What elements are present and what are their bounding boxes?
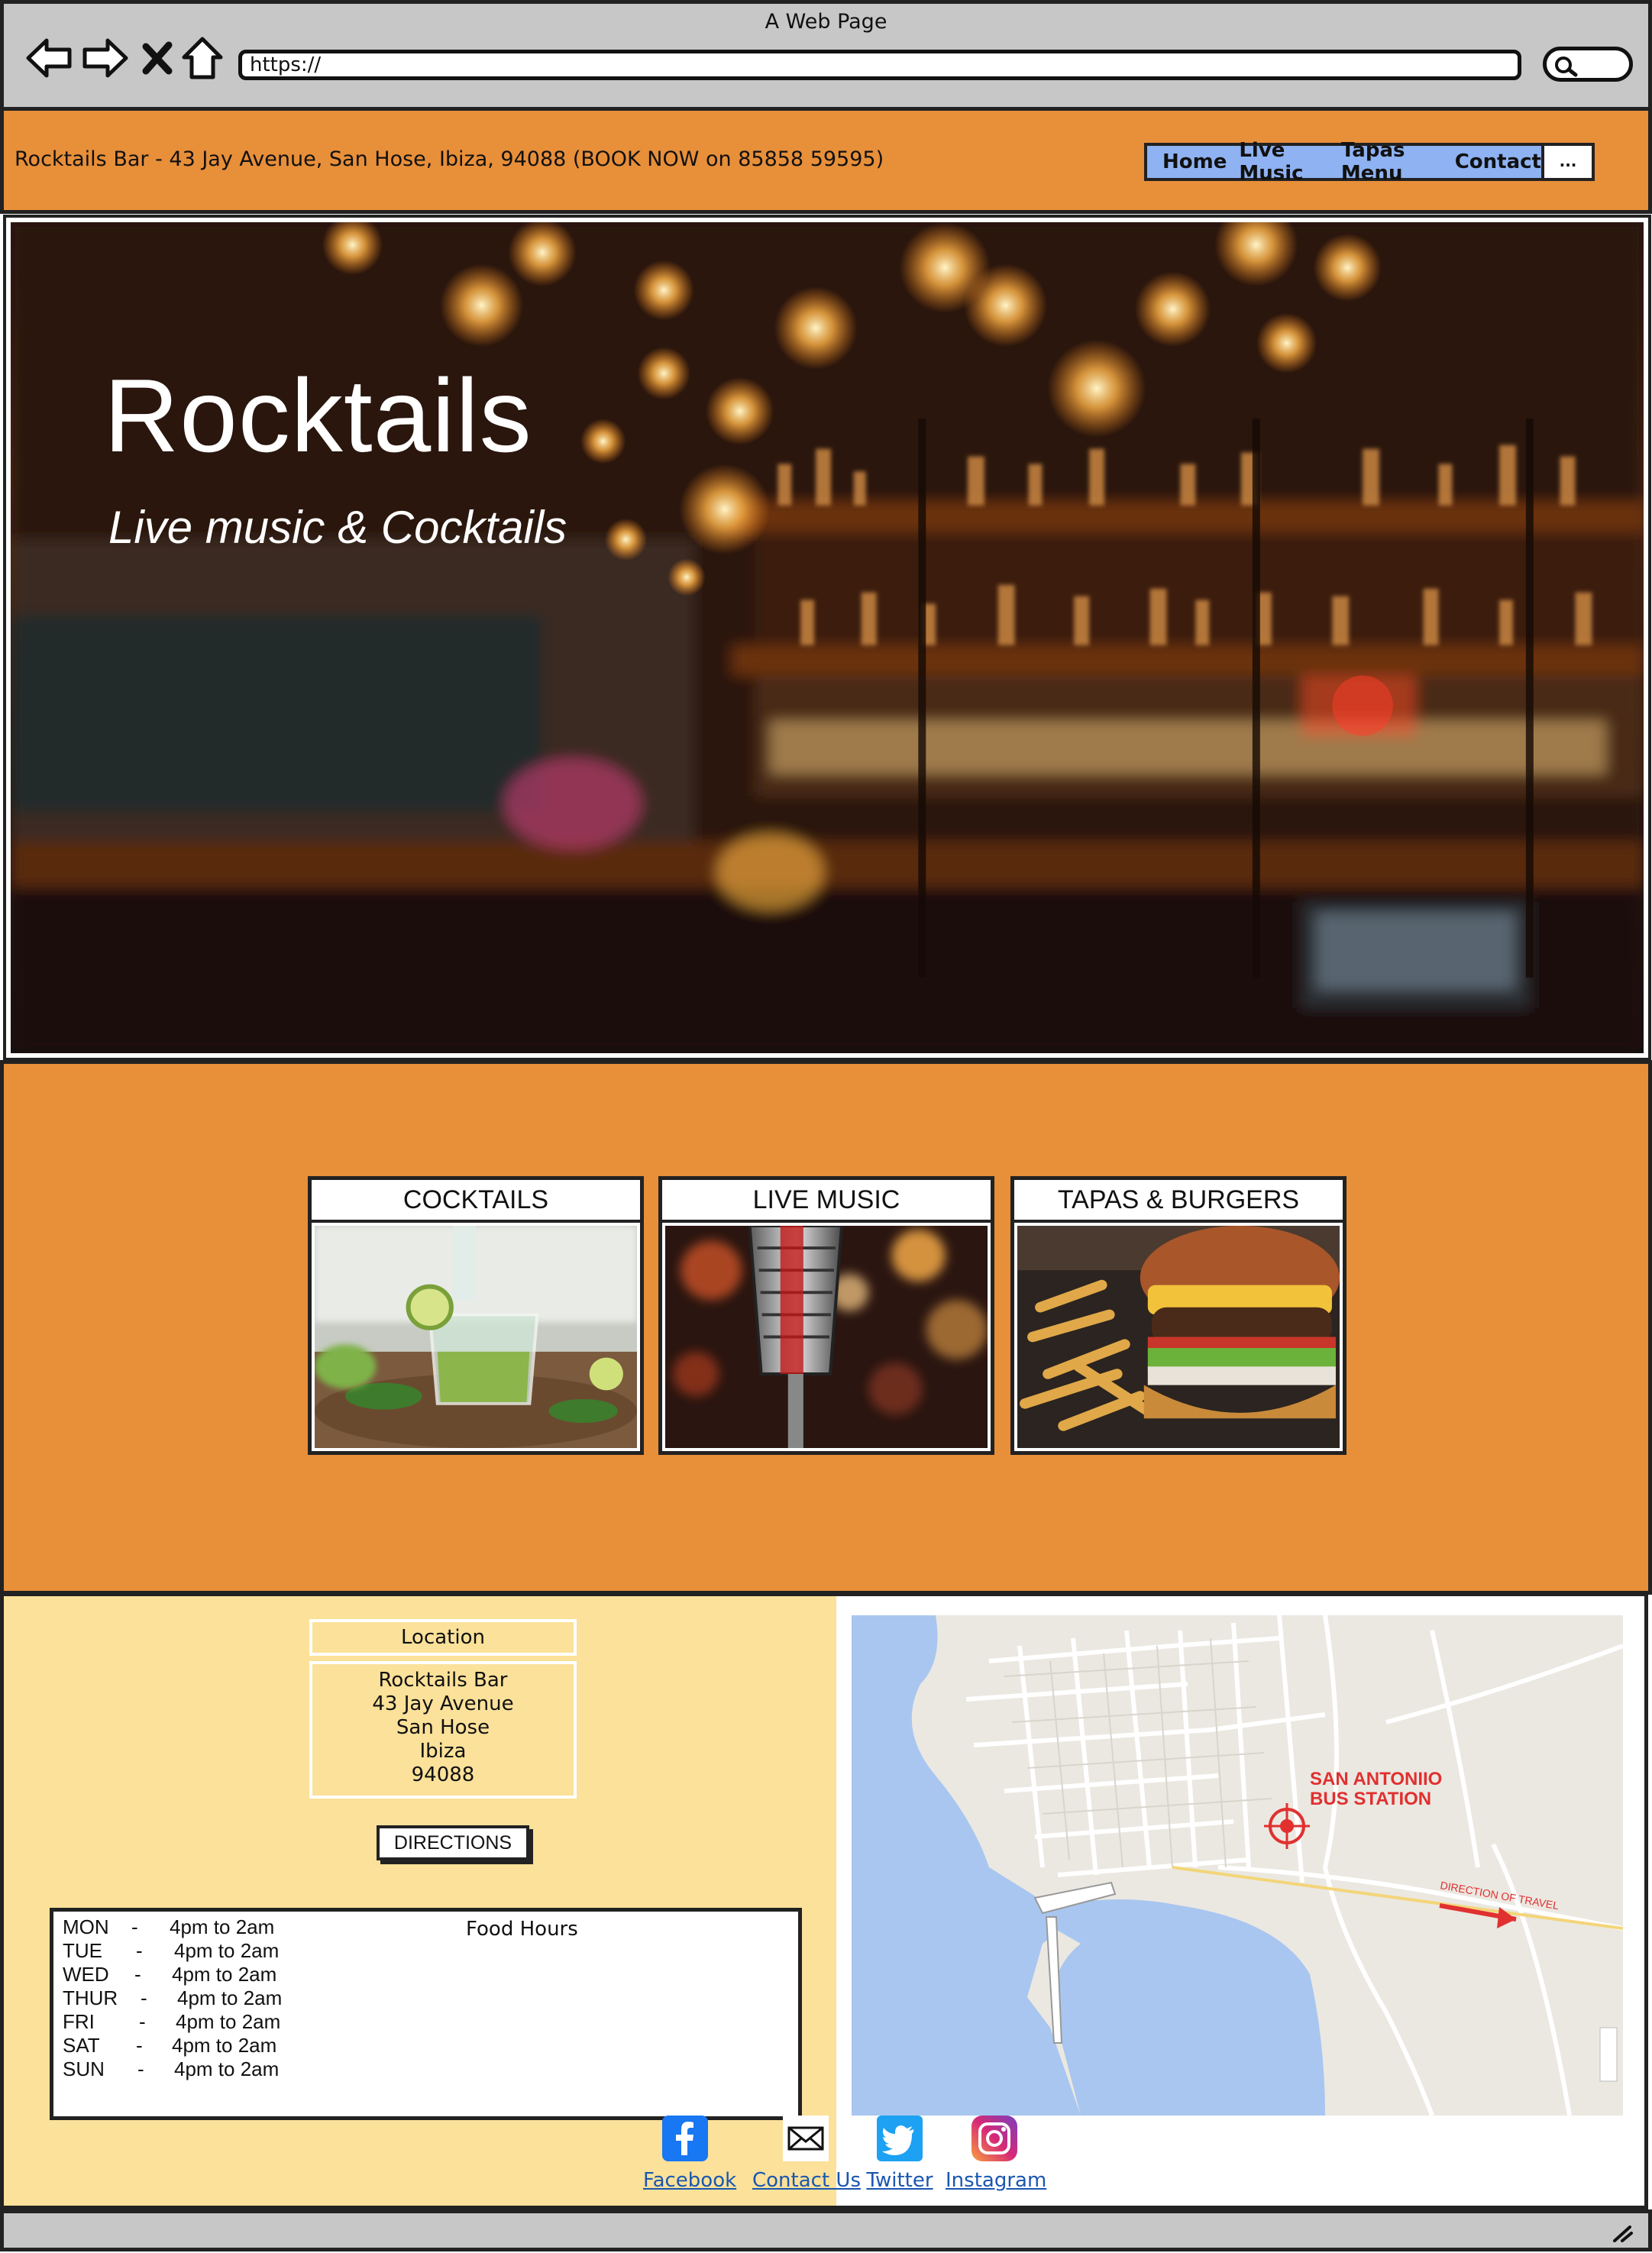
twitter-link[interactable]: Twitter [863,2169,936,2192]
cocktail-image [315,1226,637,1448]
url-input[interactable]: https:// [238,50,1521,80]
burger-image [1017,1226,1340,1448]
address-line: 94088 [411,1763,475,1786]
live-music-card[interactable]: LIVE MUSIC [658,1176,994,1455]
hours-day: SUN [63,2057,105,2080]
microphone-image [665,1226,988,1448]
status-bar [0,2209,1652,2251]
hours-time: 4pm to 2am [170,1915,275,1938]
search-icon [1555,57,1578,77]
location-map[interactable]: SAN ANTONIIO BUS STATION DIRECTION OF TR… [852,1615,1623,2116]
hours-dash: - [137,2057,144,2080]
nav-tapas-menu[interactable]: Tapas Menu [1341,139,1443,185]
hours-dash: - [136,1939,143,1962]
instagram-link[interactable]: Instagram [946,2169,1046,2192]
food-hours-title: Food Hours [466,1918,578,1941]
social-instagram[interactable]: Instagram [946,2116,1046,2192]
main-nav: Home Live Music Tapas Menu Contact ... [1144,139,1595,185]
facebook-icon [662,2116,708,2161]
address-line: Ibiza [419,1740,467,1763]
nav-contact[interactable]: Contact [1455,150,1541,173]
hours-day: THUR [63,1986,118,2009]
cocktails-card[interactable]: COCKTAILS [308,1176,644,1455]
address-line: 43 Jay Avenue [372,1692,514,1715]
social-facebook[interactable]: Facebook [643,2116,736,2192]
address-line: Rocktails Bar [378,1669,508,1692]
contact-us-link[interactable]: Contact Us [752,2169,861,2192]
hero-banner: Rocktails Live music & Cocktails [3,215,1651,1061]
hours-day: TUE [63,1939,102,1962]
resize-grip-icon[interactable] [1612,2224,1634,2242]
twitter-icon [877,2116,923,2161]
facebook-link[interactable]: Facebook [643,2169,736,2192]
directions-button[interactable]: DIRECTIONS [377,1825,529,1860]
map-label-line2: BUS STATION [1310,1789,1431,1809]
hours-time: 4pm to 2am [177,1986,283,2009]
address-text: Rocktails Bar - 43 Jay Avenue, San Hose,… [15,147,884,171]
mail-icon [783,2116,829,2161]
home-icon[interactable] [181,36,230,80]
card-label: LIVE MUSIC [662,1180,991,1223]
hours-dash: - [134,1963,141,1986]
card-label: TAPAS & BURGERS [1014,1180,1343,1223]
hero-bar-image [11,222,1644,1053]
hours-time: 4pm to 2am [174,2057,280,2080]
hours-dash: - [136,2034,143,2057]
hours-time: 4pm to 2am [174,1939,280,1962]
nav-live-music[interactable]: Live Music [1239,139,1329,185]
forward-arrow-icon[interactable] [80,36,129,80]
top-info-bar: Rocktails Bar - 43 Jay Avenue, San Hose,… [0,107,1652,214]
hours-time: 4pm to 2am [172,2034,277,2057]
hours-table: Food Hours MON -4pm to 2am TUE -4pm to 2am… [50,1908,802,2120]
location-address: Rocktails Bar 43 Jay Avenue San Hose Ibi… [309,1661,577,1799]
hours-day: MON [63,1915,109,1938]
hours-day: SAT [63,2034,100,2057]
tapas-burgers-card[interactable]: TAPAS & BURGERS [1010,1176,1346,1455]
back-arrow-icon[interactable] [25,36,74,80]
nav-more-button[interactable]: ... [1541,146,1592,178]
features-section: COCKTAILS LIVE MUSIC TAPAS & BURGERS [0,1060,1652,1595]
hours-dash: - [139,2010,146,2033]
hours-dash: - [131,1915,138,1938]
stop-icon[interactable] [140,36,175,80]
social-contact[interactable]: Contact Us [752,2116,861,2192]
card-label: COCKTAILS [312,1180,640,1223]
social-twitter[interactable]: Twitter [863,2116,936,2192]
address-line: San Hose [396,1716,490,1739]
browser-chrome: A Web Page https:// [0,0,1652,111]
instagram-icon [971,2116,1017,2161]
hero-title: Rocktails [104,357,532,474]
hours-time: 4pm to 2am [172,1963,277,1986]
location-title: Location [309,1619,577,1656]
search-field[interactable] [1543,47,1633,82]
nav-home[interactable]: Home [1162,150,1227,173]
hours-day: WED [63,1963,109,1986]
hero-subtitle: Live music & Cocktails [108,502,567,553]
window-title: A Web Page [765,10,887,34]
hours-time: 4pm to 2am [176,2010,281,2033]
hours-dash: - [141,1986,147,2009]
hours-day: FRI [63,2010,95,2033]
map-label-line1: SAN ANTONIIO [1310,1769,1442,1789]
